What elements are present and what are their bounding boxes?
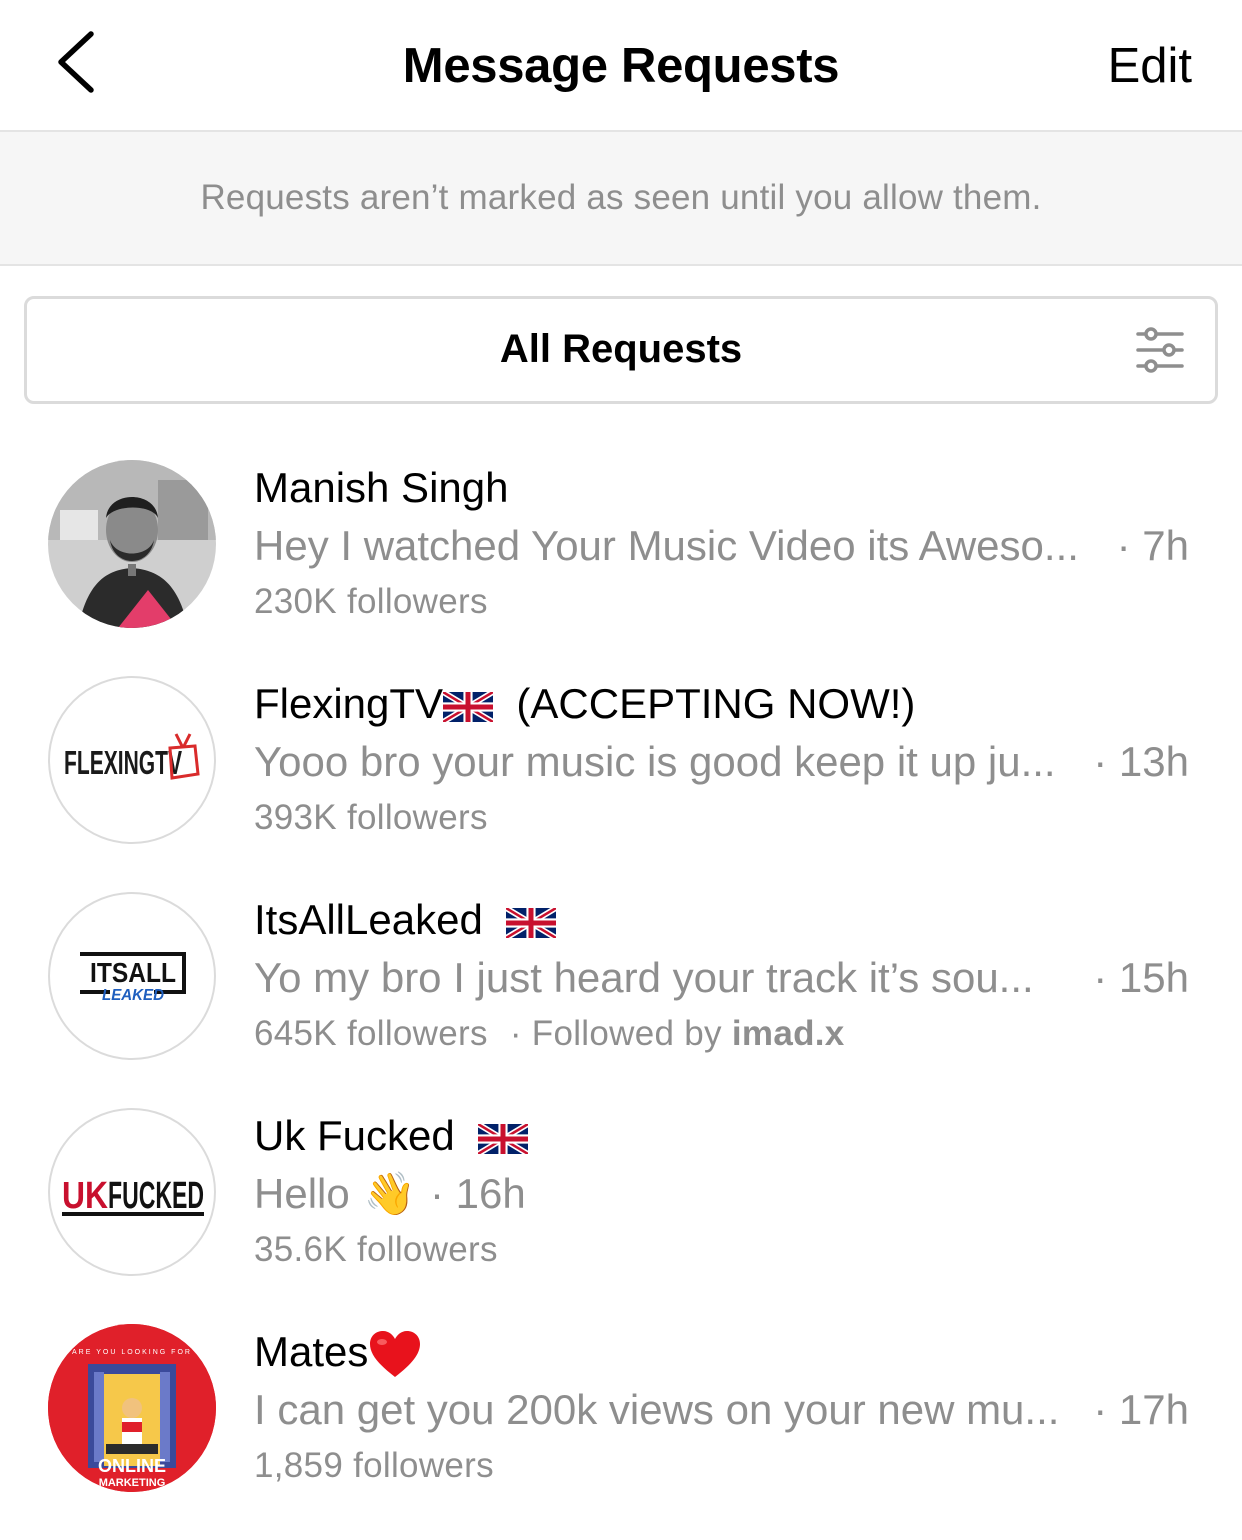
follower-count: 393K followers: [254, 798, 488, 837]
edit-button[interactable]: Edit: [1108, 38, 1192, 94]
sliders-icon[interactable]: [1135, 325, 1185, 375]
avatar: ITSALL LEAKED: [48, 892, 216, 1060]
request-time: · 16h: [430, 1170, 526, 1217]
follower-count: 230K followers: [254, 582, 488, 621]
avatar-logo-subtext: MARKETING: [99, 1477, 166, 1489]
request-row[interactable]: ARE YOU LOOKING FOR ONLINE MARKETING Mat…: [0, 1324, 1242, 1540]
request-message-line: Hey I watched Your Music Video its Aweso…: [254, 522, 1189, 570]
request-message: Hey I watched Your Music Video its Aweso…: [254, 522, 1079, 569]
all-requests-filter[interactable]: All Requests: [24, 296, 1218, 404]
waving-hand-icon: 👋: [363, 1170, 417, 1217]
request-name: Uk Fucked: [254, 1112, 529, 1160]
request-name: FlexingTV (ACCEPTING NOW!): [254, 680, 916, 727]
avatar-logo-text: FUCKED: [108, 1175, 204, 1217]
request-message-line: Hello 👋 · 16h: [254, 1170, 526, 1219]
header-bar: Message Requests Edit: [0, 0, 1242, 132]
avatar-logo-text: ONLINE: [98, 1456, 166, 1476]
request-message: I can get you 200k views on your new mu.…: [254, 1386, 1060, 1433]
request-time: · 13h: [1093, 738, 1189, 785]
follower-info: 645K followers · Followed by imad.x: [254, 1014, 845, 1054]
request-message: Hello: [254, 1170, 350, 1217]
followed-by-user: imad.x: [731, 1014, 845, 1053]
request-time: · 15h: [1093, 954, 1189, 1001]
request-time: · 7h: [1116, 522, 1189, 569]
avatar: FLEXINGTV: [48, 676, 216, 844]
avatar-logo-text-uk: UK: [62, 1175, 108, 1217]
follower-count: 1,859 followers: [254, 1446, 494, 1485]
red-heart-icon: [370, 1330, 421, 1377]
uk-flag-icon: [478, 1123, 529, 1154]
avatar-logo-text: ITSALL: [90, 957, 176, 988]
filter-label: All Requests: [499, 327, 743, 371]
uk-flag-icon: [443, 691, 494, 722]
request-row[interactable]: FLEXINGTV FlexingTV (ACCEPTING NOW!) Yoo…: [0, 676, 1242, 892]
request-message-line: Yo my bro I just heard your track it’s s…: [254, 954, 1189, 1002]
request-message: Yooo bro your music is good keep it up j…: [254, 738, 1056, 785]
uk-flag-icon: [506, 907, 557, 938]
avatar-logo-text: FLEXINGTV: [64, 744, 182, 781]
request-message-line: Yooo bro your music is good keep it up j…: [254, 738, 1189, 786]
request-name: Mates: [254, 1328, 422, 1380]
avatar-logo-subtext: LEAKED: [102, 987, 164, 1004]
avatar: UK FUCKED: [48, 1108, 216, 1276]
followed-by-label: · Followed by: [509, 1014, 722, 1053]
request-message-line: I can get you 200k views on your new mu.…: [254, 1386, 1189, 1434]
request-row[interactable]: UK FUCKED Uk Fucked Hello 👋 · 16h 35.6K …: [0, 1108, 1242, 1324]
request-row[interactable]: Manish Singh Hey I watched Your Music Vi…: [0, 460, 1242, 676]
request-row[interactable]: ITSALL LEAKED ItsAllLeaked Yo my bro I j…: [0, 892, 1242, 1108]
page-title: Message Requests: [402, 39, 840, 93]
request-name: Manish Singh: [254, 464, 509, 511]
request-name: ItsAllLeaked: [254, 896, 557, 944]
follower-count: 35.6K followers: [254, 1230, 498, 1269]
avatar-small-text: ARE YOU LOOKING FOR: [72, 1349, 192, 1356]
follower-count: 645K followers: [254, 1014, 488, 1053]
avatar: ARE YOU LOOKING FOR ONLINE MARKETING: [48, 1324, 216, 1492]
request-time: · 17h: [1093, 1386, 1189, 1433]
avatar: [48, 460, 216, 628]
request-message: Yo my bro I just heard your track it’s s…: [254, 954, 1034, 1001]
requests-notice: Requests aren’t marked as seen until you…: [0, 132, 1242, 266]
